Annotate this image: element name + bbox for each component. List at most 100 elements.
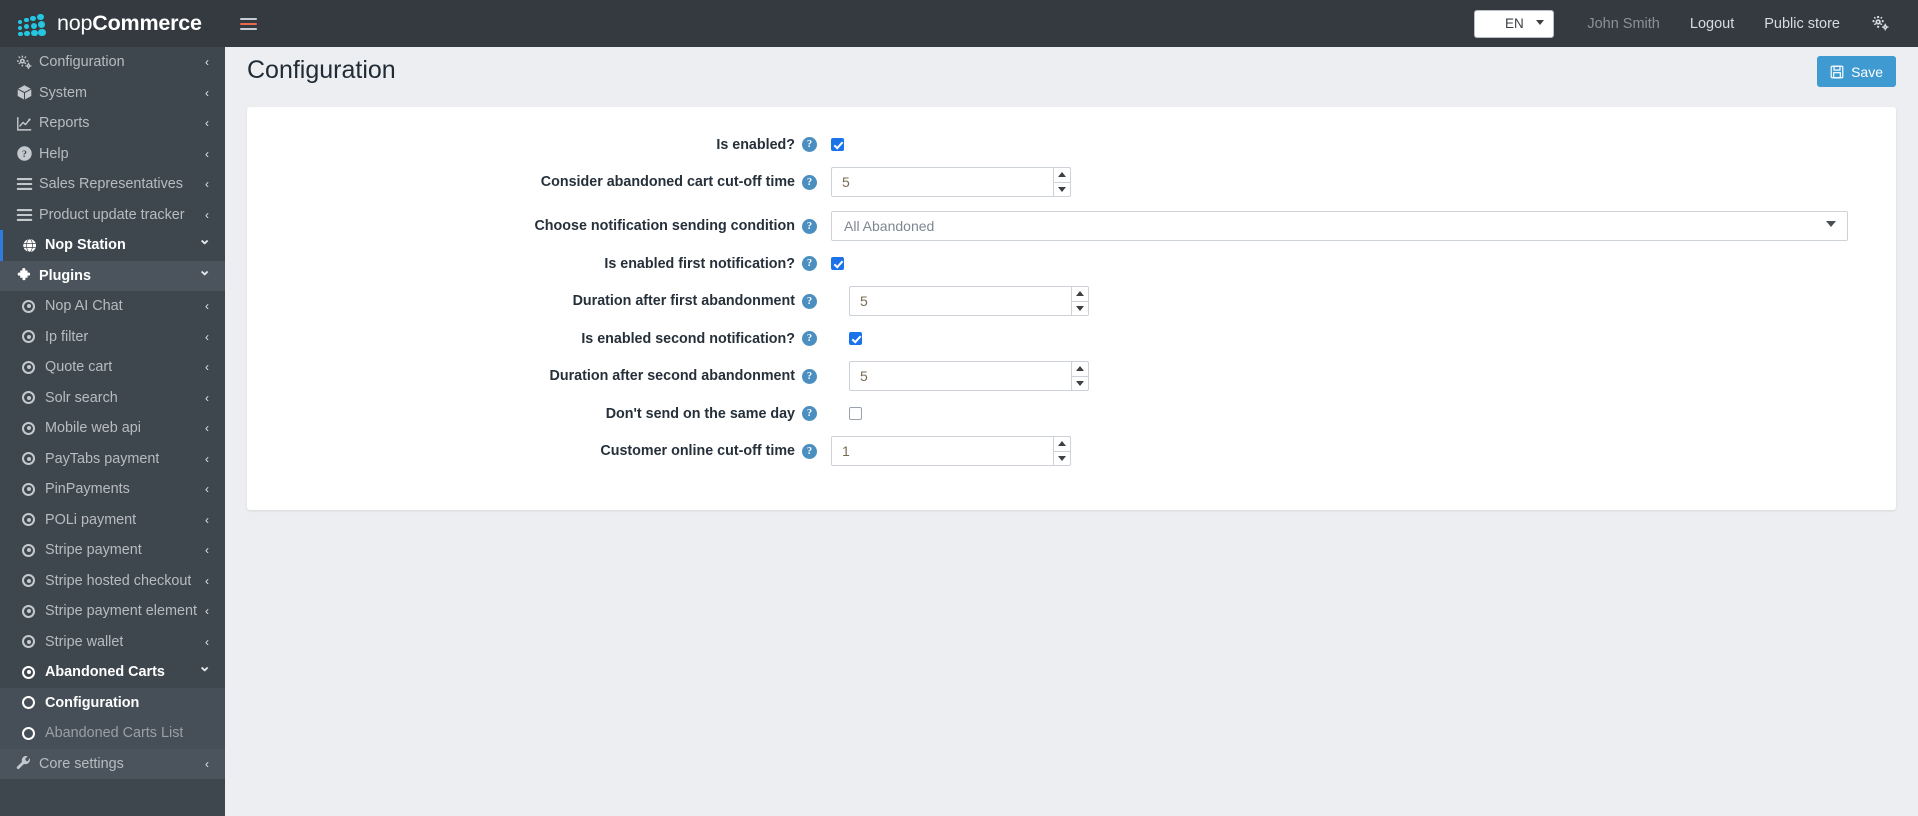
sidebar-item-sales-representatives[interactable]: Sales Representatives ‹ <box>0 169 225 200</box>
help-icon[interactable]: ? <box>802 331 817 346</box>
checkbox[interactable] <box>849 407 862 420</box>
save-button[interactable]: Save <box>1817 56 1896 87</box>
radio-icon <box>22 391 45 405</box>
chevron-left-icon[interactable]: ‹ <box>205 422 209 434</box>
sidebar-item-nop-station[interactable]: Nop Station ⌄ <box>0 230 225 261</box>
sidebar-item-mobile-web-api[interactable]: Mobile web api ‹ <box>0 413 225 444</box>
number-input[interactable] <box>849 286 1071 316</box>
hamburger-icon[interactable] <box>225 0 271 47</box>
sidebar-item-plugins[interactable]: Plugins ⌄ <box>0 260 225 291</box>
sidebar-item-system[interactable]: System ‹ <box>0 78 225 109</box>
chevron-left-icon[interactable]: ‹ <box>205 148 209 160</box>
help-icon[interactable]: ? <box>802 368 817 384</box>
spinner-down-button[interactable] <box>1071 375 1089 391</box>
help-icon[interactable]: ? <box>802 256 817 271</box>
chevron-left-icon[interactable]: ‹ <box>205 392 209 404</box>
sidebar-item-abandoned-carts-list[interactable]: Abandoned Carts List <box>0 718 225 749</box>
sidebar-item-nop-ai-chat[interactable]: Nop AI Chat ‹ <box>0 291 225 322</box>
help-icon[interactable]: ? <box>802 137 817 152</box>
help-icon[interactable]: ? <box>802 174 817 190</box>
spinner-up-button[interactable] <box>1053 167 1071 182</box>
radio-icon <box>22 635 45 649</box>
sidebar-item-pinpayments[interactable]: PinPayments ‹ <box>0 474 225 505</box>
spinner-down-button[interactable] <box>1071 300 1089 316</box>
chevron-left-icon[interactable]: ‹ <box>205 514 209 526</box>
number-input[interactable] <box>849 361 1071 391</box>
language-select[interactable]: EN <box>1474 9 1555 38</box>
number-input[interactable] <box>831 436 1053 466</box>
form-label: Is enabled second notification?? <box>247 331 817 347</box>
chevron-left-icon[interactable]: ‹ <box>205 178 209 190</box>
help-icon[interactable]: ? <box>802 443 817 459</box>
checkbox[interactable] <box>849 332 862 345</box>
chevron-left-icon[interactable]: ‹ <box>205 453 209 465</box>
sidebar-item-configuration[interactable]: Configuration ‹ <box>0 47 225 78</box>
chevron-left-icon[interactable]: ‹ <box>205 87 209 99</box>
spinner-up-button[interactable] <box>1071 286 1089 301</box>
sidebar-item-label: System <box>39 84 87 101</box>
spinner-down-button[interactable] <box>1053 450 1071 466</box>
radio-icon <box>22 543 45 557</box>
sidebar-item-stripe-wallet[interactable]: Stripe wallet ‹ <box>0 627 225 658</box>
spinner-up-button[interactable] <box>1071 361 1089 376</box>
chevron-down-icon[interactable]: ⌄ <box>198 232 211 247</box>
sidebar-item-reports[interactable]: Reports ‹ <box>0 108 225 139</box>
chevron-left-icon[interactable]: ‹ <box>205 544 209 556</box>
puzzle-icon <box>16 267 39 284</box>
checkbox[interactable] <box>831 138 844 151</box>
form-control <box>831 257 844 270</box>
sidebar-item-quote-cart[interactable]: Quote cart ‹ <box>0 352 225 383</box>
help-icon[interactable]: ? <box>802 406 817 421</box>
sidebar-item-configuration[interactable]: Configuration <box>0 687 225 718</box>
form-control <box>849 361 1089 391</box>
chevron-left-icon[interactable]: ‹ <box>205 575 209 587</box>
chevron-left-icon[interactable]: ‹ <box>205 300 209 312</box>
chevron-down-icon[interactable]: ⌄ <box>198 659 211 674</box>
spinner-down-button[interactable] <box>1053 181 1071 197</box>
sidebar-item-core-settings[interactable]: Core settings ‹ <box>0 748 225 779</box>
chevron-left-icon[interactable]: ‹ <box>205 361 209 373</box>
sidebar-item-product-update-tracker[interactable]: Product update tracker ‹ <box>0 200 225 231</box>
brand-logo[interactable]: nopCommerce <box>0 0 225 47</box>
sidebar-item-label: Stripe wallet <box>45 633 124 650</box>
sidebar-item-ip-filter[interactable]: Ip filter ‹ <box>0 322 225 353</box>
chevron-left-icon[interactable]: ‹ <box>205 483 209 495</box>
radio-icon <box>22 330 35 344</box>
chevron-left-icon[interactable]: ‹ <box>205 331 209 343</box>
sidebar-item-paytabs-payment[interactable]: PayTabs payment ‹ <box>0 444 225 475</box>
language-select-value: EN <box>1504 16 1524 31</box>
chevron-left-icon[interactable]: ‹ <box>205 117 209 129</box>
notification-condition-select[interactable]: All Abandoned <box>831 211 1848 241</box>
globe-icon <box>22 238 45 253</box>
checkbox[interactable] <box>831 257 844 270</box>
sidebar-item-stripe-payment[interactable]: Stripe payment ‹ <box>0 535 225 566</box>
logout-link[interactable]: Logout <box>1675 16 1749 32</box>
form-label-text: Choose notification sending condition <box>534 218 795 234</box>
gear-icon[interactable] <box>1855 14 1900 33</box>
chevron-left-icon[interactable]: ‹ <box>205 56 209 68</box>
sidebar-item-poli-payment[interactable]: POLi payment ‹ <box>0 505 225 536</box>
public-store-link[interactable]: Public store <box>1749 16 1855 32</box>
number-input[interactable] <box>831 167 1053 197</box>
form-label: Choose notification sending condition? <box>247 218 817 234</box>
sidebar-item-stripe-hosted-checkout[interactable]: Stripe hosted checkout ‹ <box>0 566 225 597</box>
spinner-up-button[interactable] <box>1053 436 1071 451</box>
help-icon[interactable]: ? <box>802 218 817 234</box>
sidebar-item-solr-search[interactable]: Solr search ‹ <box>0 383 225 414</box>
chevron-left-icon[interactable]: ‹ <box>205 209 209 221</box>
form-row: Choose notification sending condition? Al… <box>247 204 1896 248</box>
chevron-left-icon[interactable]: ‹ <box>205 605 209 617</box>
help-icon[interactable]: ? <box>802 293 817 309</box>
chevron-down-icon[interactable]: ⌄ <box>198 263 211 278</box>
chevron-left-icon[interactable]: ‹ <box>205 758 209 770</box>
chevron-left-icon[interactable]: ‹ <box>205 636 209 648</box>
sidebar[interactable]: Configuration ‹ System ‹ Reports ‹ ? Help ‹ S… <box>0 47 225 816</box>
form-label-text: Duration after first abandonment <box>572 293 795 309</box>
list-icon <box>16 177 39 191</box>
sidebar-item-abandoned-carts[interactable]: Abandoned Carts ⌄ <box>0 657 225 688</box>
current-user-label: John Smith <box>1587 15 1660 32</box>
sidebar-item-help[interactable]: ? Help ‹ <box>0 139 225 170</box>
form-control <box>849 332 862 345</box>
sidebar-item-stripe-payment-element[interactable]: Stripe payment element ‹ <box>0 596 225 627</box>
brand-name-bold: Commerce <box>92 11 202 35</box>
